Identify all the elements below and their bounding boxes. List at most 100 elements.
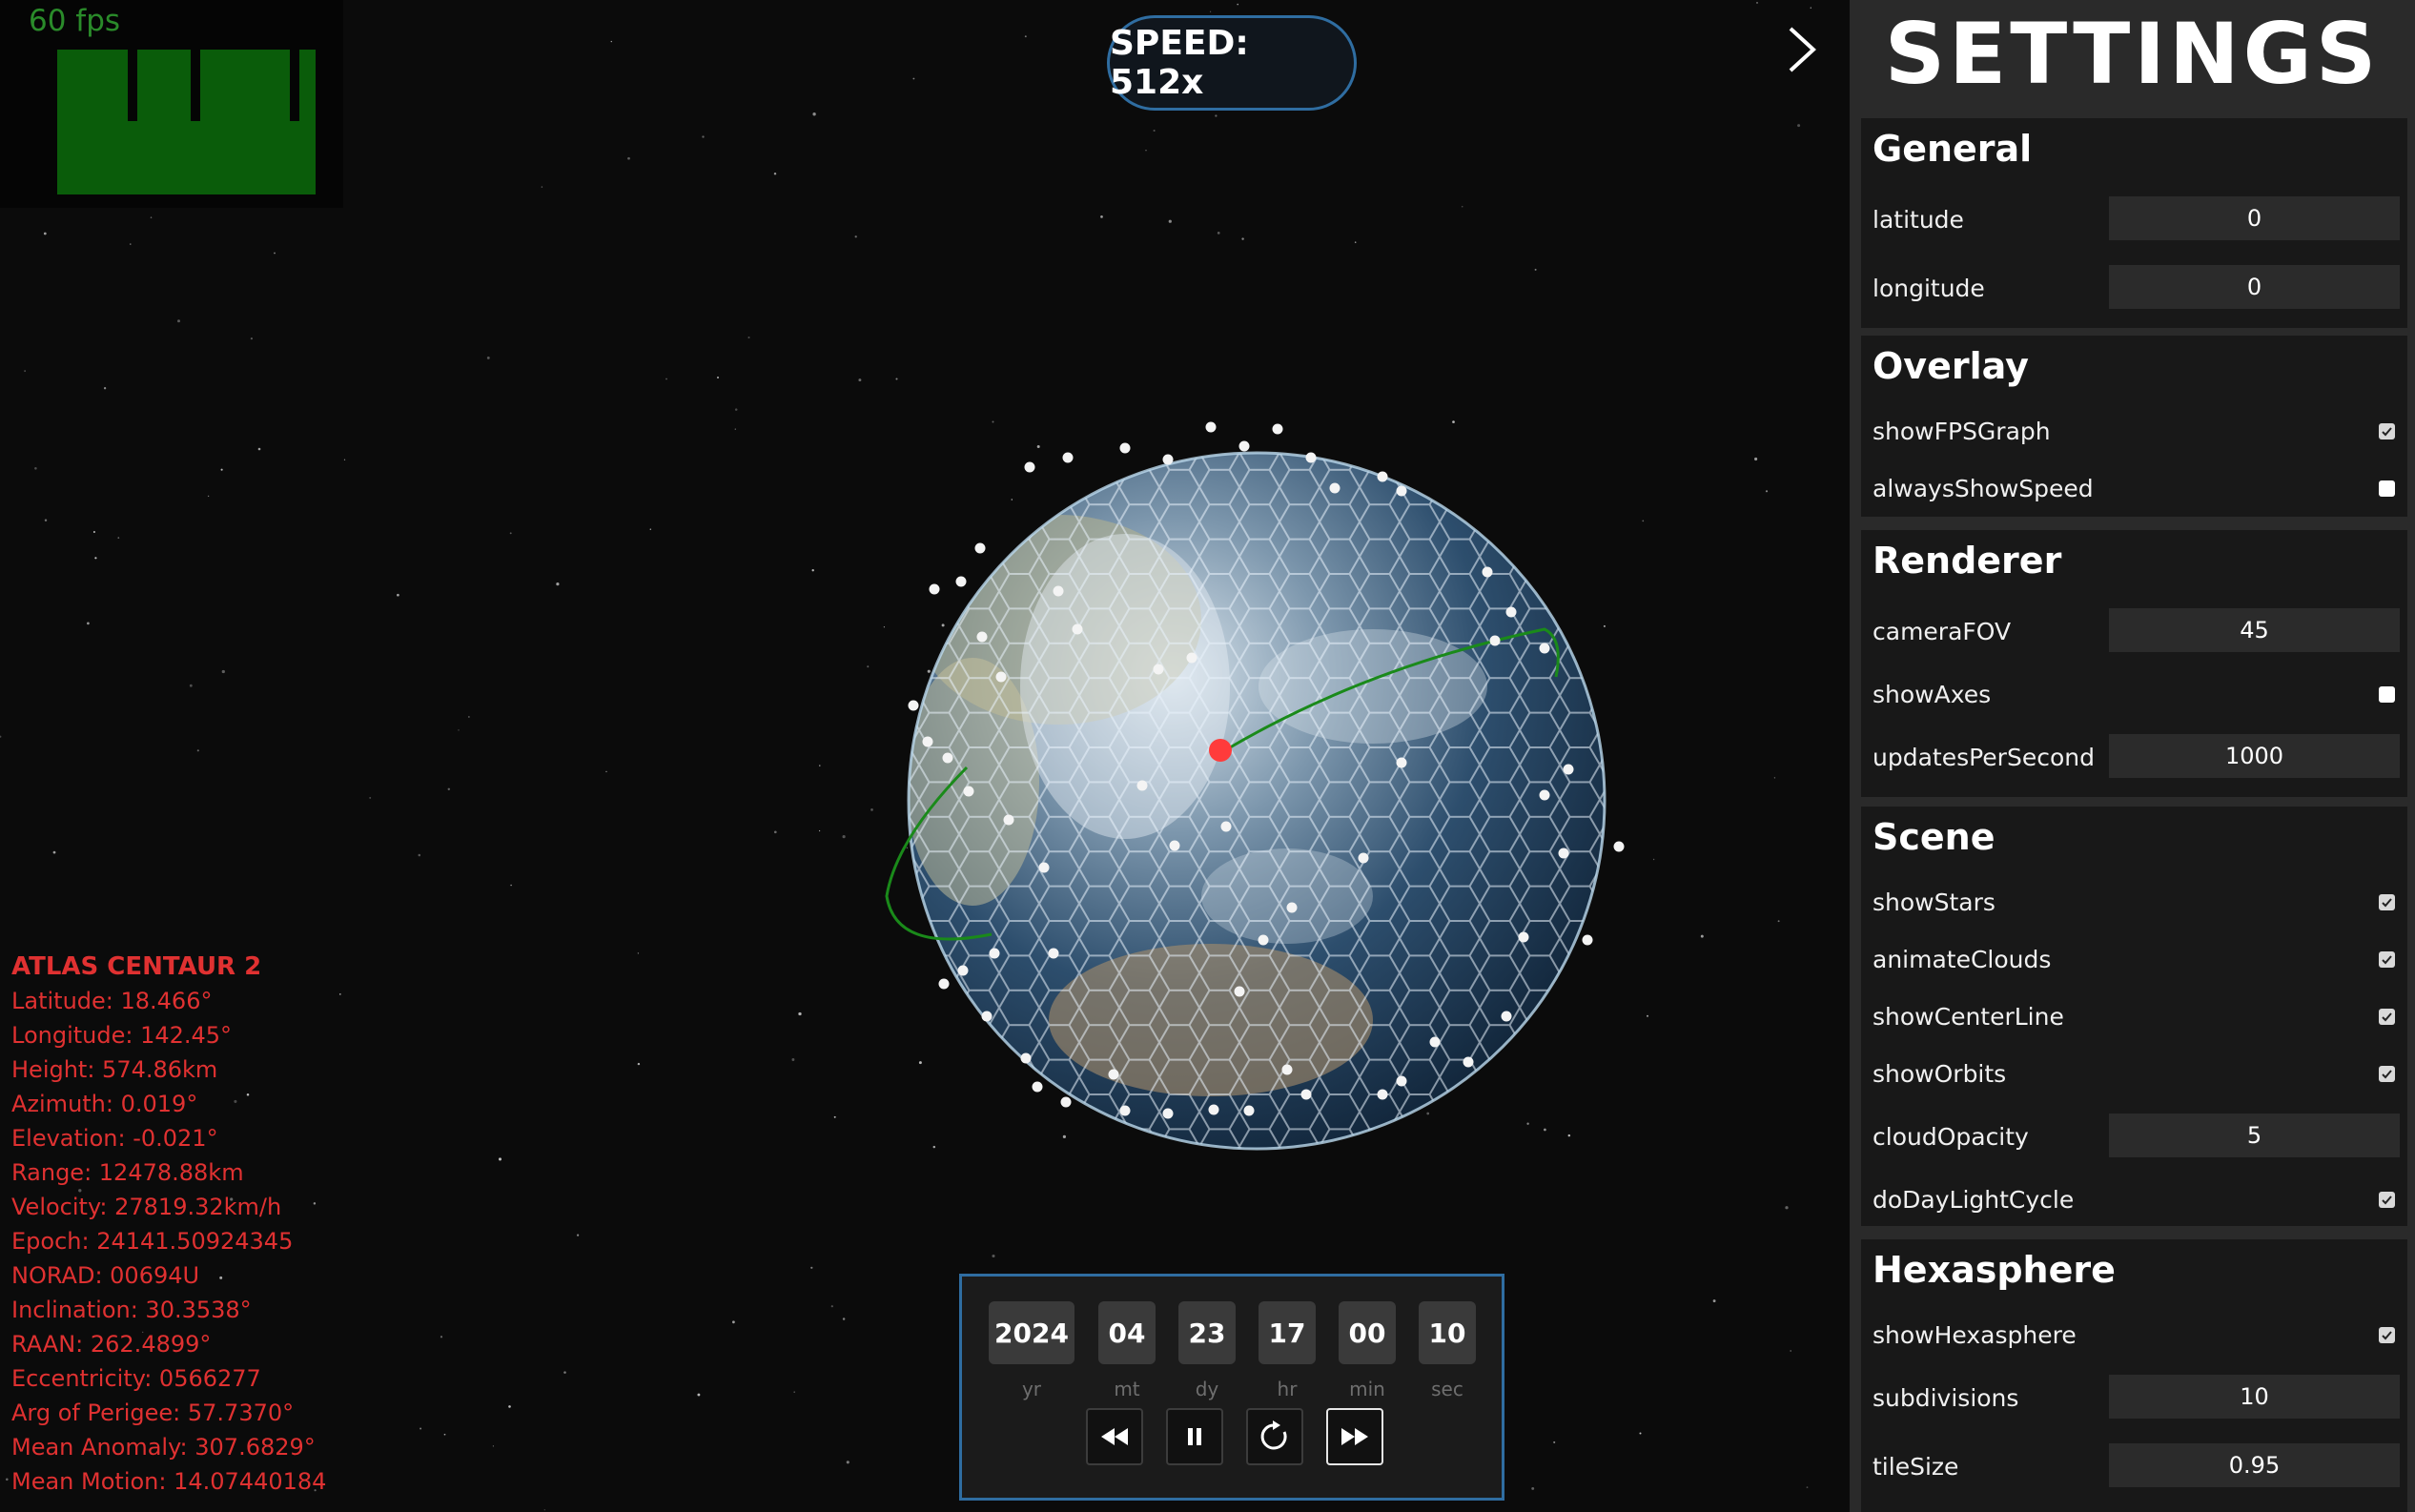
- satellite-marker[interactable]: [1234, 986, 1245, 997]
- show-hexasphere-checkbox[interactable]: [2379, 1327, 2395, 1343]
- satellite-marker[interactable]: [1162, 1108, 1174, 1119]
- animate-clouds-checkbox[interactable]: [2379, 951, 2395, 968]
- satellite-marker[interactable]: [1505, 606, 1517, 618]
- satellite-marker[interactable]: [963, 786, 974, 797]
- satellite-marker[interactable]: [1024, 461, 1035, 473]
- pause-button[interactable]: [1166, 1408, 1223, 1465]
- cloud-opacity-input[interactable]: 5: [2109, 1114, 2400, 1157]
- time-month[interactable]: 04: [1098, 1301, 1156, 1364]
- satellite-marker[interactable]: [938, 978, 950, 990]
- show-orbits-checkbox[interactable]: [2379, 1066, 2395, 1082]
- fps-graph: [57, 50, 316, 194]
- selected-satellite-marker[interactable]: [1209, 739, 1232, 762]
- satellite-marker[interactable]: [1048, 948, 1059, 959]
- satellite-marker[interactable]: [1396, 757, 1407, 768]
- show-center-line-checkbox[interactable]: [2379, 1009, 2395, 1025]
- camera-fov-input[interactable]: 45: [2109, 608, 2400, 652]
- rewind-button[interactable]: [1086, 1408, 1143, 1465]
- satellite-marker[interactable]: [1136, 780, 1148, 791]
- satellite-marker[interactable]: [1518, 931, 1529, 943]
- satellite-marker[interactable]: [1272, 423, 1283, 435]
- star: [1100, 215, 1103, 218]
- section-title-hexasphere: Hexasphere: [1873, 1249, 2116, 1291]
- satellite-marker[interactable]: [942, 752, 953, 764]
- fast-forward-button[interactable]: [1326, 1408, 1383, 1465]
- satellite-marker[interactable]: [1062, 452, 1074, 463]
- satellite-marker[interactable]: [1396, 1075, 1407, 1087]
- earth-globe[interactable]: [839, 400, 1697, 1220]
- satellite-marker[interactable]: [955, 576, 967, 587]
- time-hour[interactable]: 17: [1259, 1301, 1316, 1364]
- satellite-marker[interactable]: [1281, 1064, 1293, 1075]
- satellite-marker[interactable]: [957, 965, 969, 976]
- satellite-marker[interactable]: [1613, 841, 1625, 852]
- satellite-marker[interactable]: [1053, 585, 1064, 597]
- satellite-marker[interactable]: [1108, 1069, 1119, 1080]
- chevron-right-icon[interactable]: [1781, 23, 1823, 76]
- always-show-speed-checkbox[interactable]: [2379, 480, 2395, 497]
- satellite-marker[interactable]: [1558, 848, 1569, 859]
- satellite-marker[interactable]: [1205, 421, 1217, 433]
- satellite-marker[interactable]: [1038, 862, 1050, 873]
- satellite-marker[interactable]: [1186, 652, 1197, 664]
- satellite-marker[interactable]: [1119, 1105, 1131, 1116]
- satellite-marker[interactable]: [1243, 1105, 1255, 1116]
- satellite-marker[interactable]: [922, 736, 933, 747]
- satellite-marker[interactable]: [1003, 814, 1014, 826]
- subdivisions-input[interactable]: 10: [2109, 1375, 2400, 1419]
- show-axes-checkbox[interactable]: [2379, 686, 2395, 703]
- satellite-marker[interactable]: [1153, 664, 1164, 675]
- satellite-marker[interactable]: [1020, 1052, 1032, 1064]
- reset-button[interactable]: [1246, 1408, 1303, 1465]
- satellite-marker[interactable]: [1539, 643, 1550, 654]
- satellite-marker[interactable]: [976, 631, 988, 643]
- satellite-marker[interactable]: [1582, 934, 1593, 946]
- time-second[interactable]: 10: [1419, 1301, 1476, 1364]
- time-year[interactable]: 2024: [989, 1301, 1074, 1364]
- show-fps-graph-checkbox[interactable]: [2379, 423, 2395, 439]
- satellite-marker[interactable]: [989, 948, 1000, 959]
- updates-per-second-input[interactable]: 1000: [2109, 734, 2400, 778]
- satellite-marker[interactable]: [1208, 1104, 1219, 1115]
- satellite-marker[interactable]: [1463, 1056, 1474, 1068]
- satellite-marker[interactable]: [1563, 764, 1574, 775]
- satellite-marker[interactable]: [1329, 482, 1341, 494]
- star: [1145, 150, 1147, 152]
- satellite-marker[interactable]: [1429, 1036, 1441, 1048]
- satellite-marker[interactable]: [929, 583, 940, 595]
- tile-size-input[interactable]: 0.95: [2109, 1443, 2400, 1487]
- satellite-marker[interactable]: [1220, 821, 1232, 832]
- scene-viewport[interactable]: 60 fps SPEED: 512x ATLAS CENTAUR 2 Latit…: [0, 0, 1850, 1512]
- longitude-input[interactable]: 0: [2109, 265, 2400, 309]
- satellite-marker[interactable]: [1305, 452, 1317, 463]
- satellite-marker[interactable]: [995, 671, 1007, 683]
- satellite-marker[interactable]: [981, 1011, 993, 1022]
- satellite-marker[interactable]: [1060, 1096, 1072, 1108]
- satellite-marker[interactable]: [1482, 566, 1493, 578]
- satellite-marker[interactable]: [1489, 635, 1501, 646]
- speed-indicator: SPEED: 512x: [1107, 15, 1357, 111]
- satellite-marker[interactable]: [1501, 1011, 1512, 1022]
- satellite-marker[interactable]: [1358, 852, 1369, 864]
- satellite-marker[interactable]: [1377, 471, 1388, 482]
- satellite-marker[interactable]: [1300, 1089, 1312, 1100]
- satellite-marker[interactable]: [908, 700, 919, 711]
- do-day-light-cycle-checkbox[interactable]: [2379, 1192, 2395, 1208]
- satellite-marker[interactable]: [1072, 623, 1083, 635]
- satellite-marker[interactable]: [1169, 840, 1180, 851]
- time-day[interactable]: 23: [1178, 1301, 1236, 1364]
- satellite-marker[interactable]: [1162, 454, 1174, 465]
- show-stars-checkbox[interactable]: [2379, 894, 2395, 910]
- satellite-marker[interactable]: [1377, 1089, 1388, 1100]
- star: [1754, 457, 1758, 461]
- satellite-marker[interactable]: [1258, 934, 1269, 946]
- satellite-marker[interactable]: [1032, 1081, 1043, 1093]
- satellite-marker[interactable]: [1396, 485, 1407, 497]
- satellite-marker[interactable]: [974, 542, 986, 554]
- latitude-input[interactable]: 0: [2109, 196, 2400, 240]
- satellite-marker[interactable]: [1119, 442, 1131, 454]
- satellite-marker[interactable]: [1286, 902, 1298, 913]
- satellite-marker[interactable]: [1238, 440, 1250, 452]
- satellite-marker[interactable]: [1539, 789, 1550, 801]
- time-minute[interactable]: 00: [1339, 1301, 1396, 1364]
